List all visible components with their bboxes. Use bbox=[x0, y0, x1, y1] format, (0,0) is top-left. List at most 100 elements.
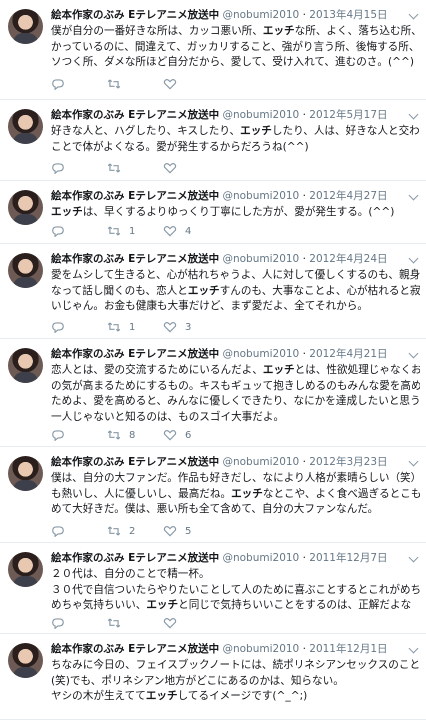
text-segment: してるイメージです(^_^;) bbox=[177, 690, 308, 703]
avatar[interactable] bbox=[8, 9, 43, 44]
text-segment: (笑)でも、ポリネシアン地方がどこにあるのかは、知らない。 bbox=[51, 674, 344, 687]
heart-icon bbox=[163, 617, 177, 629]
like-button[interactable] bbox=[163, 76, 185, 92]
retweet-button[interactable]: 8 bbox=[107, 427, 135, 443]
tweet-text-line: ヤシの木が生えててエッチしてるイメージです(^_^;) bbox=[51, 689, 420, 705]
text-segment: すんのも、大事なことよ、心が枯れると寂し bbox=[219, 284, 420, 297]
avatar[interactable] bbox=[8, 643, 43, 678]
author-handle[interactable]: @nobumi2010 bbox=[222, 190, 299, 202]
tweet-actions bbox=[51, 76, 371, 92]
tweet-text: ２０代は、自分のことで精一杯。 ３０代で自信ついたらやりたいことして人のために喜ぶ… bbox=[51, 567, 420, 614]
tweet-date[interactable]: 2013年4月15日 bbox=[309, 9, 387, 21]
reply-button[interactable] bbox=[51, 76, 73, 92]
text-segment: したり、人は、好きな人と交わる bbox=[271, 125, 420, 137]
avatar[interactable] bbox=[8, 456, 43, 491]
like-button[interactable]: 3 bbox=[163, 319, 191, 335]
author-name[interactable]: 絵本作家のぶみ Eテレアニメ放送中 bbox=[51, 190, 219, 202]
retweet-button[interactable] bbox=[107, 160, 129, 176]
tweet[interactable]: 絵本作家のぶみ Eテレアニメ放送中 @nobumi2010 · 2012年4月2… bbox=[0, 339, 426, 447]
author-name[interactable]: 絵本作家のぶみ Eテレアニメ放送中 bbox=[51, 109, 219, 121]
retweet-count: 1 bbox=[129, 321, 136, 333]
like-button[interactable]: 6 bbox=[163, 427, 191, 443]
like-count: 6 bbox=[185, 429, 192, 441]
author-name[interactable]: 絵本作家のぶみ Eテレアニメ放送中 bbox=[51, 348, 219, 360]
tweet-actions: 25 bbox=[51, 523, 371, 539]
avatar[interactable] bbox=[8, 253, 43, 288]
retweet-button[interactable]: 2 bbox=[107, 523, 135, 539]
retweet-button[interactable]: 1 bbox=[107, 223, 135, 239]
heart-icon bbox=[163, 162, 177, 174]
chevron-down-icon[interactable] bbox=[408, 643, 419, 654]
tweet-actions: 14 bbox=[51, 223, 371, 239]
reply-button[interactable] bbox=[51, 319, 73, 335]
chevron-down-icon[interactable] bbox=[408, 552, 419, 563]
like-button[interactable] bbox=[163, 615, 185, 631]
highlighted-keyword: エッチ bbox=[146, 599, 179, 612]
tweet-text: 恋人とは、愛の交流するためにいるんだよ、エッチとは、性欲処理じゃなくお互いの気が… bbox=[51, 363, 420, 425]
like-button[interactable] bbox=[163, 160, 185, 176]
chevron-down-icon[interactable] bbox=[408, 190, 419, 201]
avatar[interactable] bbox=[8, 348, 43, 383]
tweet-date[interactable]: 2011年12月1日 bbox=[309, 643, 387, 655]
retweet-button[interactable]: 1 bbox=[107, 319, 135, 335]
tweet[interactable]: 絵本作家のぶみ Eテレアニメ放送中 @nobumi2010 · 2011年12月… bbox=[0, 543, 426, 634]
author-handle[interactable]: @nobumi2010 bbox=[222, 109, 299, 121]
tweet[interactable]: 絵本作家のぶみ Eテレアニメ放送中 @nobumi2010 · 2012年5月1… bbox=[0, 100, 426, 181]
chevron-down-icon[interactable] bbox=[408, 456, 419, 467]
author-name[interactable]: 絵本作家のぶみ Eテレアニメ放送中 bbox=[51, 253, 219, 265]
author-handle[interactable]: @nobumi2010 bbox=[222, 9, 299, 21]
retweet-count: 8 bbox=[129, 429, 136, 441]
tweet[interactable]: 絵本作家のぶみ Eテレアニメ放送中 @nobumi2010 · 2012年4月2… bbox=[0, 244, 426, 339]
tweet-date[interactable]: 2012年3月23日 bbox=[309, 456, 387, 468]
reply-button[interactable] bbox=[51, 160, 73, 176]
tweet[interactable]: 絵本作家のぶみ Eテレアニメ放送中 @nobumi2010 · 2012年4月2… bbox=[0, 181, 426, 244]
tweet[interactable]: 絵本作家のぶみ Eテレアニメ放送中 @nobumi2010 · 2013年4月1… bbox=[0, 0, 426, 100]
chevron-down-icon[interactable] bbox=[408, 348, 419, 359]
highlighted-keyword: エッチ bbox=[240, 125, 272, 137]
chevron-down-icon[interactable] bbox=[408, 109, 419, 120]
text-segment: 恋人とは、愛の交流するためにいるんだよ、 bbox=[51, 364, 263, 376]
tweet-date[interactable]: 2012年4月24日 bbox=[309, 253, 387, 265]
avatar[interactable] bbox=[8, 109, 43, 144]
retweet-icon bbox=[107, 225, 121, 237]
text-segment: 僕が自分の一番好きな所は、カッコ悪い所、 bbox=[51, 25, 263, 37]
retweet-button[interactable] bbox=[107, 615, 129, 631]
reply-icon bbox=[51, 162, 65, 174]
tweet-actions: 13 bbox=[51, 319, 371, 335]
author-handle[interactable]: @nobumi2010 bbox=[222, 552, 299, 564]
tweet[interactable]: 絵本作家のぶみ Eテレアニメ放送中 @nobumi2010 · 2011年12月… bbox=[0, 634, 426, 720]
like-button[interactable]: 4 bbox=[163, 223, 191, 239]
reply-button[interactable] bbox=[51, 615, 73, 631]
text-segment: なとこや、よく食べ過ぎるとこも含 bbox=[262, 487, 420, 500]
avatar[interactable] bbox=[8, 190, 43, 225]
tweet-text-line: 一人じゃないと知るのは、ものスゴイ大事だよ。 bbox=[51, 410, 420, 426]
author-handle[interactable]: @nobumi2010 bbox=[222, 253, 299, 265]
tweet-date[interactable]: 2012年5月17日 bbox=[309, 109, 387, 121]
tweet-date[interactable]: 2011年12月7日 bbox=[309, 552, 387, 564]
chevron-down-icon[interactable] bbox=[408, 253, 419, 264]
text-segment: ３０代で自信ついたらやりたいことして人のために喜ぶことするとこれがめちゃ bbox=[51, 583, 420, 596]
author-name[interactable]: 絵本作家のぶみ Eテレアニメ放送中 bbox=[51, 9, 219, 21]
author-handle[interactable]: @nobumi2010 bbox=[222, 456, 299, 468]
author-handle[interactable]: @nobumi2010 bbox=[222, 643, 299, 655]
reply-button[interactable] bbox=[51, 427, 73, 443]
retweet-button[interactable] bbox=[107, 76, 129, 92]
text-segment: ちなみに今日の、フェイスブックノートには、続ポリネシアンセックスのことが bbox=[51, 659, 420, 671]
tweet-text-line: めて大好きだ。僕は、悪い所も全て含めて、自分の大ファンなんだ。 bbox=[51, 502, 420, 518]
text-segment: と同じで気持ちいいことをするのは、正解だよな bbox=[178, 599, 412, 612]
author-name[interactable]: 絵本作家のぶみ Eテレアニメ放送中 bbox=[51, 552, 219, 564]
tweet-text-line: 僕が自分の一番好きな所は、カッコ悪い所、エッチな所、よく、落ち込む所、わ bbox=[51, 24, 420, 40]
tweet-date[interactable]: 2012年4月21日 bbox=[309, 348, 387, 360]
tweet-text-line: ためよ、愛を高めると、みんなに優しくできたり、なにかを達成したいと思う。 bbox=[51, 394, 420, 410]
avatar[interactable] bbox=[8, 552, 43, 587]
chevron-down-icon[interactable] bbox=[408, 9, 419, 20]
reply-button[interactable] bbox=[51, 523, 73, 539]
author-name[interactable]: 絵本作家のぶみ Eテレアニメ放送中 bbox=[51, 643, 219, 655]
retweet-icon bbox=[107, 162, 121, 174]
author-name[interactable]: 絵本作家のぶみ Eテレアニメ放送中 bbox=[51, 456, 219, 468]
tweet-date[interactable]: 2012年4月27日 bbox=[309, 190, 387, 202]
tweet[interactable]: 絵本作家のぶみ Eテレアニメ放送中 @nobumi2010 · 2012年3月2… bbox=[0, 447, 426, 543]
like-button[interactable]: 5 bbox=[163, 523, 191, 539]
author-handle[interactable]: @nobumi2010 bbox=[222, 348, 299, 360]
reply-button[interactable] bbox=[51, 223, 73, 239]
